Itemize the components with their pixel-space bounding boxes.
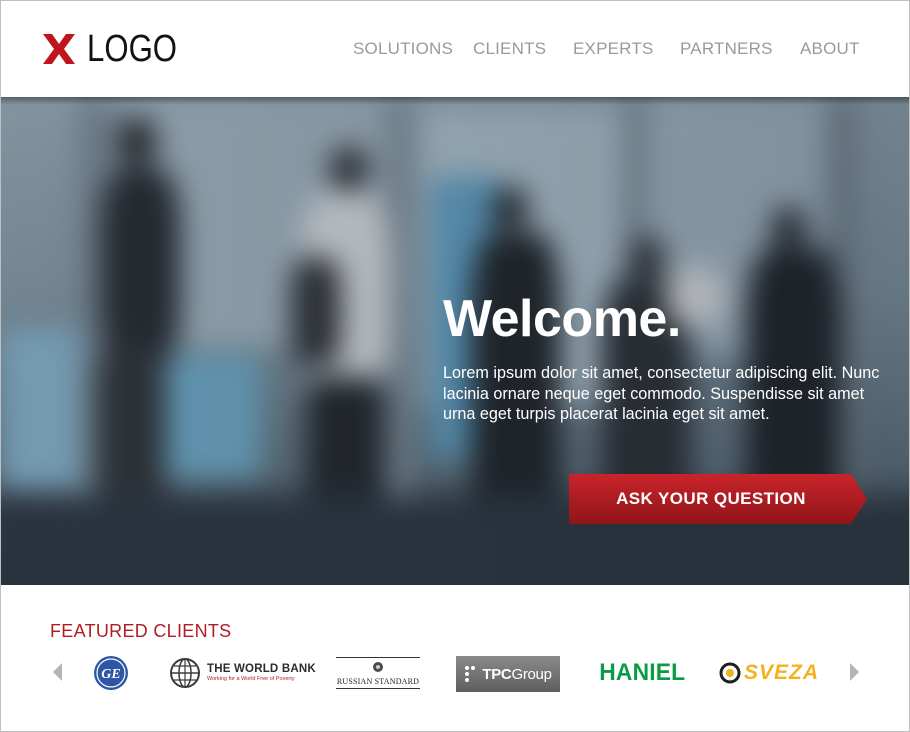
hero-description: Lorem ipsum dolor sit amet, consectetur …: [443, 364, 880, 423]
dots-icon: [465, 666, 476, 682]
globe-icon: [170, 658, 200, 688]
tpc-sub: Group: [511, 665, 552, 683]
client-logo-world-bank[interactable]: THE WORLD BANK Working for a World Free …: [169, 651, 316, 695]
tpc-main: TPC: [482, 665, 512, 683]
client-logo-ge[interactable]: GE: [93, 651, 129, 695]
featured-clients-heading: FEATURED CLIENTS: [50, 621, 232, 641]
main-nav: SOLUTIONS CLIENTS EXPERTS PARTNERS ABOUT: [1, 39, 909, 61]
nav-about[interactable]: ABOUT: [800, 39, 860, 59]
ask-question-label: ASK YOUR QUESTION: [616, 489, 806, 508]
russian-standard-name: RUSSIAN STANDARD: [336, 677, 420, 686]
eagle-emblem-icon: [373, 662, 383, 672]
chevron-left-icon[interactable]: [51, 661, 65, 683]
sveza-name: SVEZA: [744, 661, 820, 684]
world-bank-tagline: Working for a World Free of Poverty: [207, 676, 295, 682]
nav-experts[interactable]: EXPERTS: [573, 39, 653, 59]
ask-question-button[interactable]: ASK YOUR QUESTION: [569, 474, 867, 524]
ge-logo-icon: GE: [94, 656, 128, 690]
page: LOGO SOLUTIONS CLIENTS EXPERTS PARTNERS …: [0, 0, 910, 732]
client-logo-tpc-group[interactable]: TPCGroup: [456, 656, 560, 692]
haniel-name: HANIEL: [599, 659, 686, 686]
nav-clients[interactable]: CLIENTS: [473, 39, 546, 59]
sveza-mark-icon: [719, 662, 741, 684]
nav-partners[interactable]: PARTNERS: [680, 39, 773, 59]
client-logo-russian-standard[interactable]: RUSSIAN STANDARD: [335, 651, 421, 695]
client-logo-sveza[interactable]: SVEZA: [719, 651, 819, 695]
chevron-right-icon[interactable]: [847, 661, 861, 683]
svg-text:GE: GE: [101, 667, 120, 682]
nav-solutions[interactable]: SOLUTIONS: [353, 39, 453, 59]
hero-title: Welcome.: [443, 290, 681, 348]
world-bank-name: THE WORLD BANK: [207, 663, 316, 675]
client-logo-haniel[interactable]: HANIEL: [597, 651, 688, 695]
site-header: LOGO SOLUTIONS CLIENTS EXPERTS PARTNERS …: [1, 1, 909, 97]
hero-banner: Welcome. Lorem ipsum dolor sit amet, con…: [1, 97, 909, 585]
